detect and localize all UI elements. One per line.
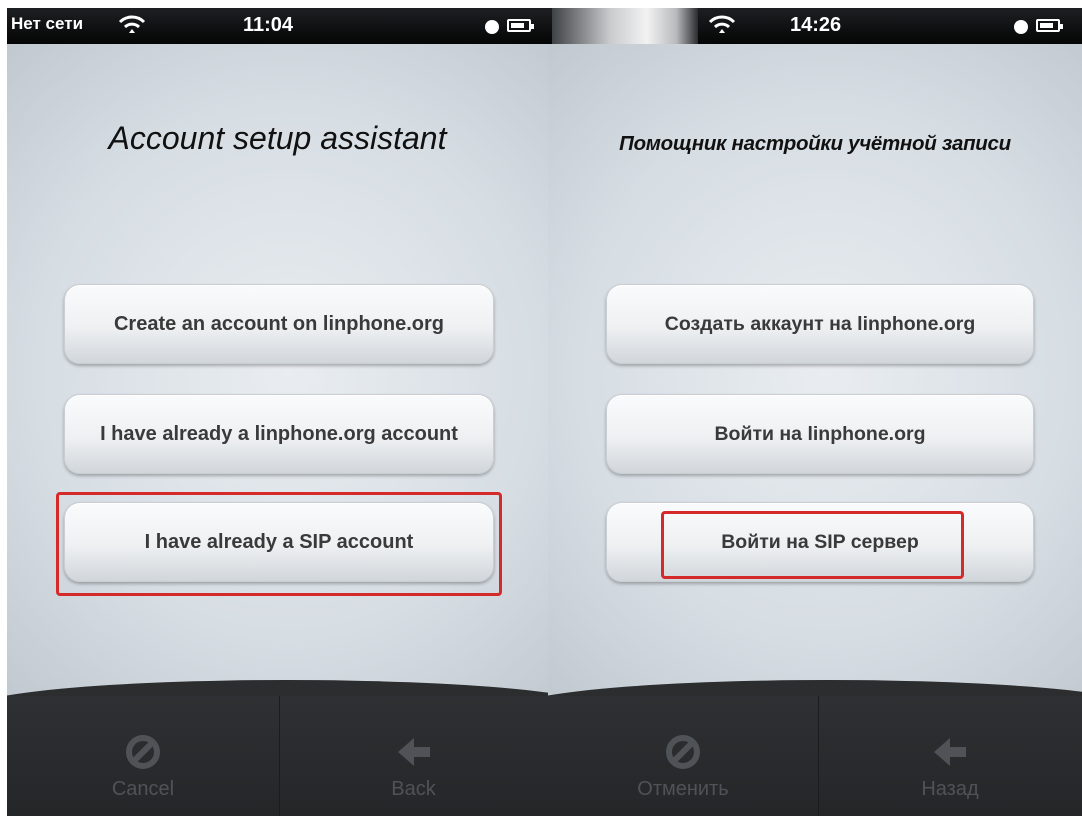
- sip-account-button[interactable]: I have already a SIP account: [64, 502, 494, 582]
- wifi-icon: [708, 15, 736, 33]
- blurred-carrier: [552, 8, 698, 44]
- cancel-icon: [126, 735, 160, 769]
- create-account-button[interactable]: Create an account on linphone.org: [64, 284, 494, 364]
- linphone-login-button[interactable]: Войти на linphone.org: [606, 394, 1034, 474]
- cancel-icon: [666, 735, 700, 769]
- alarm-icon: [485, 20, 499, 34]
- back-tab[interactable]: Назад: [818, 696, 1082, 816]
- cancel-label: Отменить: [637, 778, 729, 800]
- back-label: Back: [391, 778, 436, 800]
- tab-bar: Cancel Back: [7, 696, 548, 816]
- status-carrier: Нет сети: [11, 14, 84, 33]
- page-title: Помощник настройки учётной записи: [619, 132, 1011, 155]
- right-screen: 14:26 Помощник настройки учётной записи …: [548, 8, 1082, 816]
- wifi-icon: [118, 15, 146, 33]
- create-account-button[interactable]: Создать аккаунт на linphone.org: [606, 284, 1034, 364]
- back-tab[interactable]: Back: [279, 696, 548, 816]
- status-bar: Нет сети 11:04: [7, 8, 548, 44]
- alarm-icon: [1014, 20, 1028, 34]
- page-title: Account setup assistant: [108, 120, 447, 156]
- status-time: 11:04: [243, 14, 294, 36]
- status-time: 14:26: [790, 14, 842, 36]
- left-screen: Нет сети 11:04 Account setup assistant C…: [7, 8, 548, 816]
- status-bar: 14:26: [548, 8, 1082, 44]
- battery-icon: [507, 19, 534, 32]
- cancel-tab[interactable]: Cancel: [7, 696, 280, 816]
- back-arrow-icon: [397, 738, 430, 766]
- battery-icon: [1036, 19, 1063, 32]
- cancel-tab[interactable]: Отменить: [548, 696, 819, 816]
- cancel-label: Cancel: [111, 778, 175, 800]
- tab-bar: Отменить Назад: [548, 696, 1082, 816]
- back-arrow-icon: [934, 738, 966, 766]
- sip-login-button[interactable]: Войти на SIP сервер: [606, 502, 1034, 582]
- back-label: Назад: [921, 778, 979, 800]
- linphone-account-button[interactable]: I have already a linphone.org account: [64, 394, 494, 474]
